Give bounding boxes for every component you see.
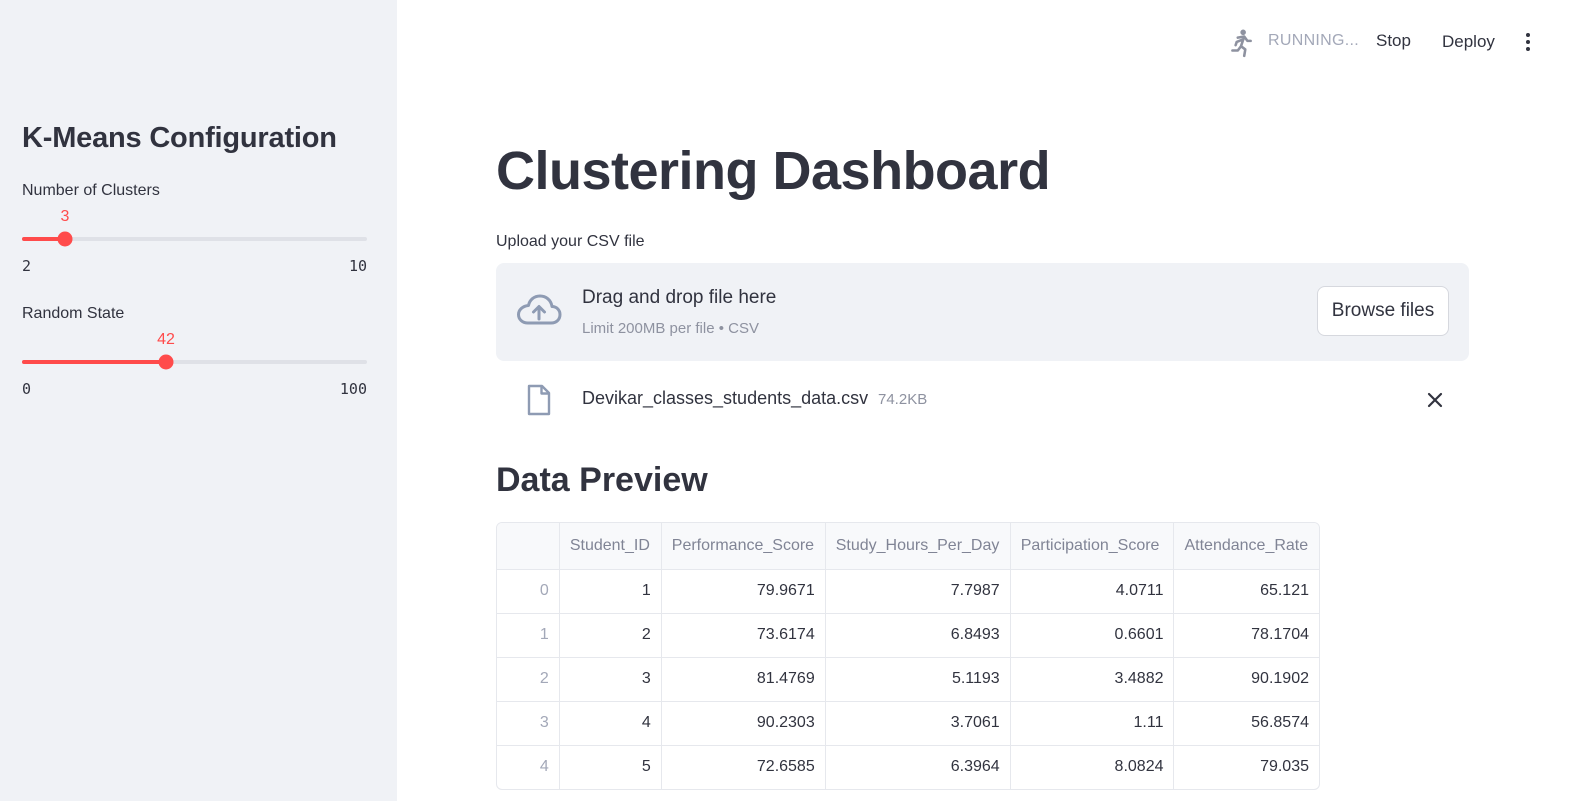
upload-label: Upload your CSV file — [496, 233, 645, 250]
table-row: 4 5 72.6585 6.3964 8.0824 79.035 — [497, 745, 1319, 789]
file-size: 74.2KB — [878, 391, 928, 408]
deploy-button[interactable]: Deploy — [1442, 32, 1495, 52]
file-dropzone[interactable]: Drag and drop file here Limit 200MB per … — [496, 263, 1469, 361]
table-cell[interactable]: 8.0824 — [1010, 745, 1175, 789]
table-cell[interactable]: 56.8574 — [1173, 701, 1319, 746]
table-cell[interactable]: 7.7987 — [825, 569, 1011, 614]
sidebar: K-Means Configuration Number of Clusters… — [0, 0, 397, 801]
clusters-slider-label: Number of Clusters — [22, 182, 160, 199]
table-cell[interactable]: 1 — [559, 569, 662, 614]
table-row: 3 4 90.2303 3.7061 1.11 56.8574 — [497, 701, 1319, 746]
close-icon[interactable] — [1426, 391, 1444, 409]
table-cell[interactable]: 72.6585 — [661, 745, 826, 789]
file-icon — [527, 384, 551, 416]
table-cell[interactable]: 3.4882 — [1010, 657, 1175, 702]
table-cell[interactable]: 6.3964 — [825, 745, 1011, 789]
column-header-attendance-rate[interactable]: Attendance_Rate — [1173, 523, 1319, 570]
uploaded-file-row: Devikar_classes_students_data.csv 74.2KB — [496, 378, 1469, 422]
running-man-icon — [1231, 29, 1252, 58]
random-state-slider-max: 100 — [339, 380, 367, 398]
table-header-row: Student_ID Performance_Score Study_Hours… — [497, 523, 1319, 570]
table-cell[interactable]: 6.8493 — [825, 613, 1011, 658]
table-cell[interactable]: 90.2303 — [661, 701, 826, 746]
table-cell[interactable]: 90.1902 — [1173, 657, 1319, 702]
stop-button[interactable]: Stop — [1376, 31, 1411, 51]
dropzone-title: Drag and drop file here — [582, 287, 777, 308]
table-cell[interactable]: 5.1193 — [825, 657, 1011, 702]
clusters-slider-min: 2 — [22, 257, 32, 275]
random-state-slider-thumb[interactable] — [158, 354, 174, 370]
table-row: 2 3 81.4769 5.1193 3.4882 90.1902 — [497, 657, 1319, 702]
table-cell[interactable]: 81.4769 — [661, 657, 826, 702]
column-header-performance-score[interactable]: Performance_Score — [661, 523, 826, 570]
data-preview-table[interactable]: Student_ID Performance_Score Study_Hours… — [496, 522, 1320, 790]
page-title: Clustering Dashboard — [496, 141, 1051, 201]
table-row: 1 2 73.6174 6.8493 0.6601 78.1704 — [497, 613, 1319, 658]
random-state-slider-value: 42 — [157, 331, 175, 348]
dropzone-subtitle: Limit 200MB per file • CSV — [582, 320, 759, 337]
clusters-slider[interactable] — [22, 231, 367, 247]
column-header-study-hours[interactable]: Study_Hours_Per_Day — [825, 523, 1011, 570]
table-cell[interactable]: 2 — [559, 613, 662, 658]
table-cell-index[interactable]: 2 — [497, 657, 560, 702]
random-state-slider-label: Random State — [22, 305, 125, 322]
table-cell[interactable]: 73.6174 — [661, 613, 826, 658]
cloud-upload-icon — [517, 294, 562, 325]
table-row: 0 1 79.9671 7.7987 4.0711 65.121 — [497, 569, 1319, 614]
table-cell-index[interactable]: 1 — [497, 613, 560, 658]
file-name: Devikar_classes_students_data.csv — [582, 388, 869, 408]
running-status: RUNNING... — [1268, 32, 1359, 49]
column-header-participation-score[interactable]: Participation_Score — [1010, 523, 1175, 570]
table-cell-index[interactable]: 3 — [497, 701, 560, 746]
table-cell[interactable]: 79.035 — [1174, 745, 1319, 789]
random-state-slider-min: 0 — [22, 380, 32, 398]
sidebar-title: K-Means Configuration — [22, 122, 337, 154]
browse-files-button[interactable]: Browse files — [1317, 286, 1449, 336]
random-state-slider-fill — [22, 360, 166, 364]
table-cell[interactable]: 4 — [559, 701, 662, 746]
table-cell[interactable]: 5 — [559, 745, 662, 789]
table-cell[interactable]: 1.11 — [1010, 701, 1175, 746]
table-cell-index[interactable]: 4 — [497, 745, 560, 789]
random-state-slider-block: Random State 42 0 100 — [22, 305, 367, 405]
clusters-slider-thumb[interactable] — [57, 231, 73, 247]
table-cell[interactable]: 0.6601 — [1010, 613, 1175, 658]
table-cell[interactable]: 3.7061 — [825, 701, 1011, 746]
table-cell[interactable]: 3 — [559, 657, 662, 702]
column-header-index[interactable] — [497, 523, 560, 570]
random-state-slider[interactable] — [22, 354, 367, 370]
clusters-slider-max: 10 — [348, 257, 367, 275]
column-header-student-id[interactable]: Student_ID — [559, 523, 662, 570]
table-cell[interactable]: 78.1704 — [1173, 613, 1319, 658]
data-preview-title: Data Preview — [496, 461, 708, 499]
more-vertical-icon[interactable] — [1521, 30, 1535, 54]
clusters-slider-value: 3 — [60, 208, 70, 225]
clusters-slider-block: Number of Clusters 3 2 10 — [22, 182, 367, 282]
table-cell[interactable]: 4.0711 — [1010, 569, 1175, 614]
table-cell[interactable]: 65.121 — [1173, 569, 1319, 614]
table-cell-index[interactable]: 0 — [497, 569, 560, 614]
table-cell[interactable]: 79.9671 — [661, 569, 826, 614]
